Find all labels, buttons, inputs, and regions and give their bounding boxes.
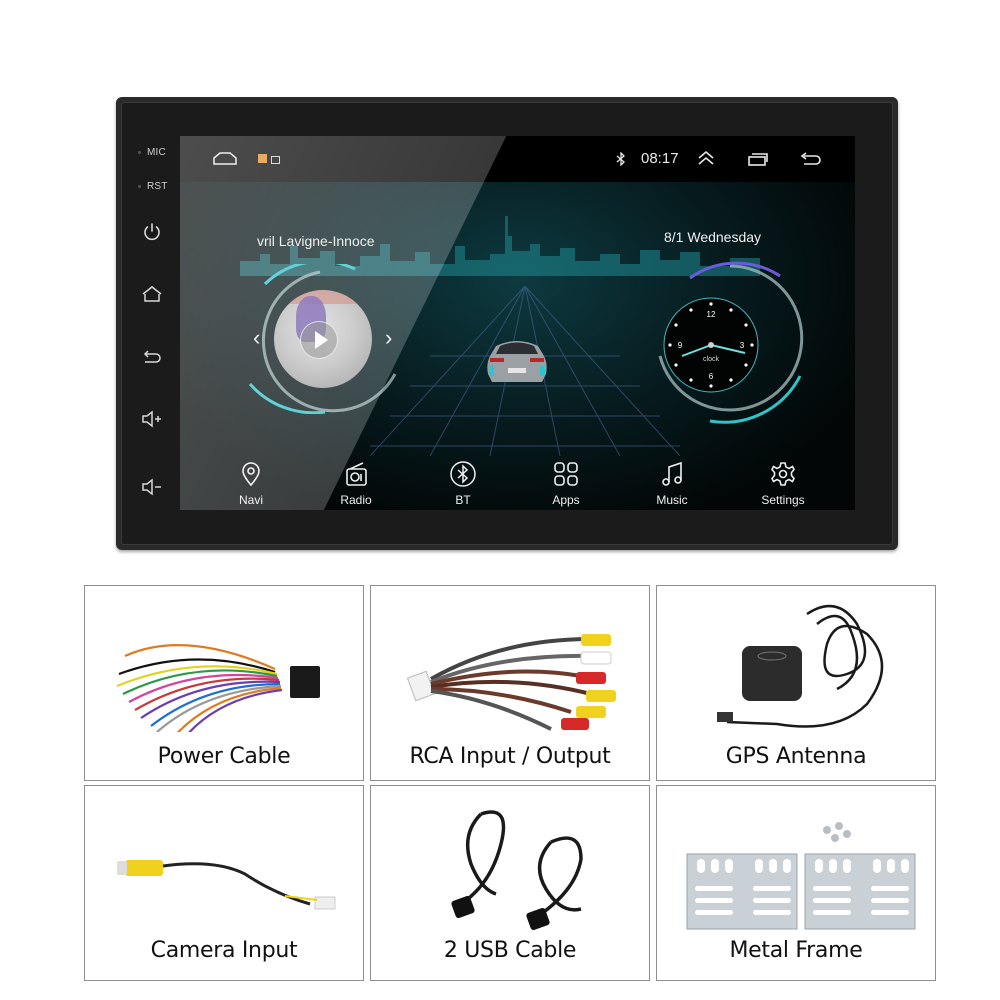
accessory-camera-input: Camera Input [84,785,364,981]
home-icon [142,286,162,302]
power-icon [144,223,160,241]
gps-antenna-image [717,604,884,728]
accessory-caption: GPS Antenna [725,744,867,769]
dock-item-music[interactable]: Music [632,460,712,507]
bluetooth-icon [616,152,625,166]
app-dock: Navi Radio BT Apps Music Settings [180,452,855,510]
analog-clock[interactable]: 12 3 6 9 clock [662,296,760,394]
car-graphic [487,341,547,382]
camera-input-image [117,860,336,910]
date-display: 8/1 Wednesday [664,229,762,245]
mic-hole [138,150,141,154]
dock-item-navi[interactable]: Navi [211,460,291,507]
volume-down-button[interactable] [140,475,164,499]
clock-numeral-9: 9 [678,341,683,350]
apps-grid-icon [554,462,578,486]
back-icon [143,350,161,363]
song-title: vril Lavigne-Innoce [257,233,375,249]
accessory-caption: RCA Input / Output [409,744,611,769]
dock-item-radio[interactable]: Radio [316,460,396,507]
back-button[interactable] [140,344,164,368]
clock-label: clock [703,356,719,363]
clock-numeral-3: 3 [740,341,745,350]
dock-item-apps[interactable]: Apps [526,460,606,507]
previous-track-button[interactable]: ‹ [253,327,260,349]
reset-hole[interactable] [138,184,141,188]
touchscreen: vril Lavigne-Innoce ‹ › 8/1 Wednesday 12… [180,136,855,510]
play-button[interactable] [300,321,338,359]
accessory-gps-antenna: GPS Antenna [656,585,936,781]
gear-icon [771,462,795,486]
accessories-grid: Power Cable RCA Input / Output GPS Anten… [84,585,938,987]
power-button[interactable] [140,220,164,244]
mic-label: MIC [138,147,166,158]
next-track-button[interactable]: › [385,327,392,349]
recent-apps-icon[interactable] [747,152,769,166]
album-art-bg [274,290,372,304]
clock-numeral-12: 12 [707,310,716,319]
radio-icon [346,462,367,486]
home-button[interactable] [140,282,164,306]
power-cable-image [116,644,320,732]
power-connector [290,666,320,698]
expand-up-icon[interactable] [696,150,716,166]
rst-label[interactable]: RST [138,181,168,192]
rca-cable-image [406,634,616,731]
metal-frame-image [686,822,916,930]
status-bar: 08:17 [180,136,855,182]
notification-image-icon [271,156,280,164]
bluetooth-icon [450,461,476,487]
home-icon[interactable] [212,151,238,165]
accessory-metal-frame: Metal Frame [656,785,936,981]
accessory-caption: Power Cable [157,744,291,769]
accessory-rca-cable: RCA Input / Output [370,585,650,781]
accessory-caption: 2 USB Cable [443,938,577,963]
volume-down-icon [142,478,161,496]
music-note-icon [662,461,682,486]
notification-app-icon [258,154,267,163]
volume-up-button[interactable] [140,407,164,431]
usb-cables-image [451,810,583,931]
location-pin-icon [242,462,260,487]
clock-time: 08:17 [641,150,679,167]
dock-item-bt[interactable]: BT [423,460,503,507]
back-icon[interactable] [798,152,822,166]
accessory-caption: Metal Frame [729,938,863,963]
accessory-power-cable: Power Cable [84,585,364,781]
dock-item-settings[interactable]: Settings [743,460,823,507]
accessory-caption: Camera Input [150,938,298,963]
volume-up-icon [142,410,161,428]
accessory-usb-cable: 2 USB Cable [370,785,650,981]
clock-numeral-6: 6 [709,372,714,381]
